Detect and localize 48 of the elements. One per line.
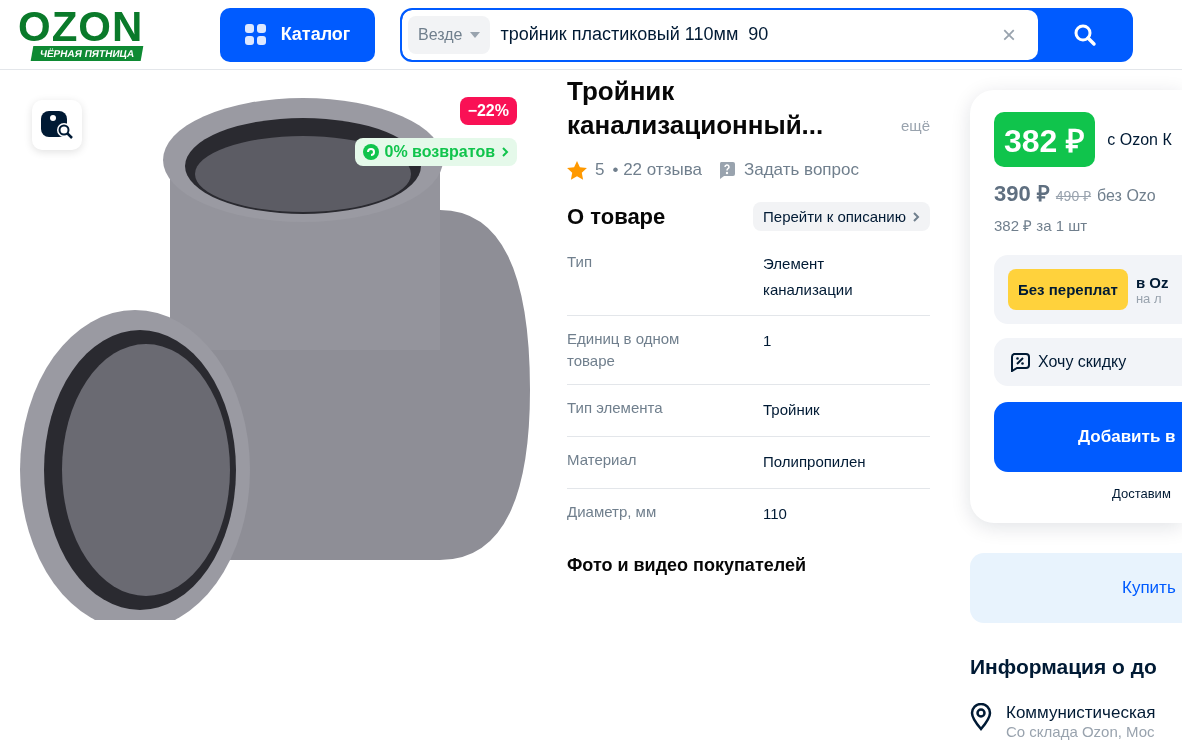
discount-icon xyxy=(1010,352,1030,372)
spec-value: 1 xyxy=(763,331,772,351)
logo-text[interactable]: OZON xyxy=(18,8,144,46)
photo-search-icon xyxy=(40,109,74,141)
product-title: Тройник канализационный... xyxy=(567,75,825,142)
card-price: 382 ₽ xyxy=(994,112,1096,167)
unit-price: 382 ₽ за 1 шт xyxy=(994,216,1089,235)
discount-badge: −22% xyxy=(459,97,517,125)
spec-value: 110 xyxy=(763,504,787,524)
grid-icon xyxy=(244,23,267,46)
spec-label: Диаметр, мм xyxy=(567,502,658,522)
spec-value: Полипропилен xyxy=(763,452,866,472)
delivery-heading: Информация о до xyxy=(970,655,1158,679)
card-price-note: с Ozon К xyxy=(1107,130,1172,149)
description-link[interactable]: Перейти к описанию xyxy=(753,202,930,231)
reviews-link[interactable]: • 22 отзыва xyxy=(612,160,702,180)
spec-value: Элемент канализации xyxy=(763,254,854,300)
more-link[interactable]: ещё xyxy=(900,117,930,134)
spec-label: Единиц в одном товаре xyxy=(567,329,681,371)
chevron-icon xyxy=(912,210,920,223)
about-heading: О товаре xyxy=(567,203,666,230)
add-to-cart-button[interactable]: Добавить в xyxy=(994,402,1182,472)
delivery-note: Доставим xyxy=(1111,486,1172,501)
image-search-button[interactable] xyxy=(32,100,82,150)
buy-now-button[interactable]: Купить xyxy=(970,553,1182,623)
question-icon xyxy=(717,161,736,179)
price-note: без Ozo xyxy=(1097,187,1156,205)
no-overpay-badge: Без переплат xyxy=(1008,269,1128,310)
rating-value: 5 xyxy=(595,160,605,180)
star-icon xyxy=(567,160,587,180)
spec-label: Тип xyxy=(567,252,593,272)
catalog-button[interactable]: Каталог xyxy=(220,7,375,62)
ask-question-link[interactable]: Задать вопрос xyxy=(717,160,859,180)
chevron-icon xyxy=(501,146,509,158)
address-text: Коммунистическая xyxy=(1006,703,1156,723)
media-heading: Фото и видео покупателей xyxy=(567,555,807,576)
spec-label: Материал xyxy=(567,450,638,470)
location-pin-icon xyxy=(970,703,992,731)
installment-text: в Oz xyxy=(1135,273,1169,291)
old-price: 490 ₽ xyxy=(1055,187,1092,205)
warehouse-text: Со склада Ozon, Мос xyxy=(1006,723,1156,740)
discount-request-button[interactable]: Хочу скидку xyxy=(994,338,1182,386)
logo-tagline: ЧЁРНАЯ ПЯТНИЦА xyxy=(30,46,144,61)
installment-subtext: на л xyxy=(1135,290,1163,306)
spec-value: Тройник xyxy=(763,400,820,420)
price: 390 ₽ xyxy=(994,180,1050,207)
spec-label: Тип элемента xyxy=(567,398,664,418)
return-icon xyxy=(362,144,379,160)
